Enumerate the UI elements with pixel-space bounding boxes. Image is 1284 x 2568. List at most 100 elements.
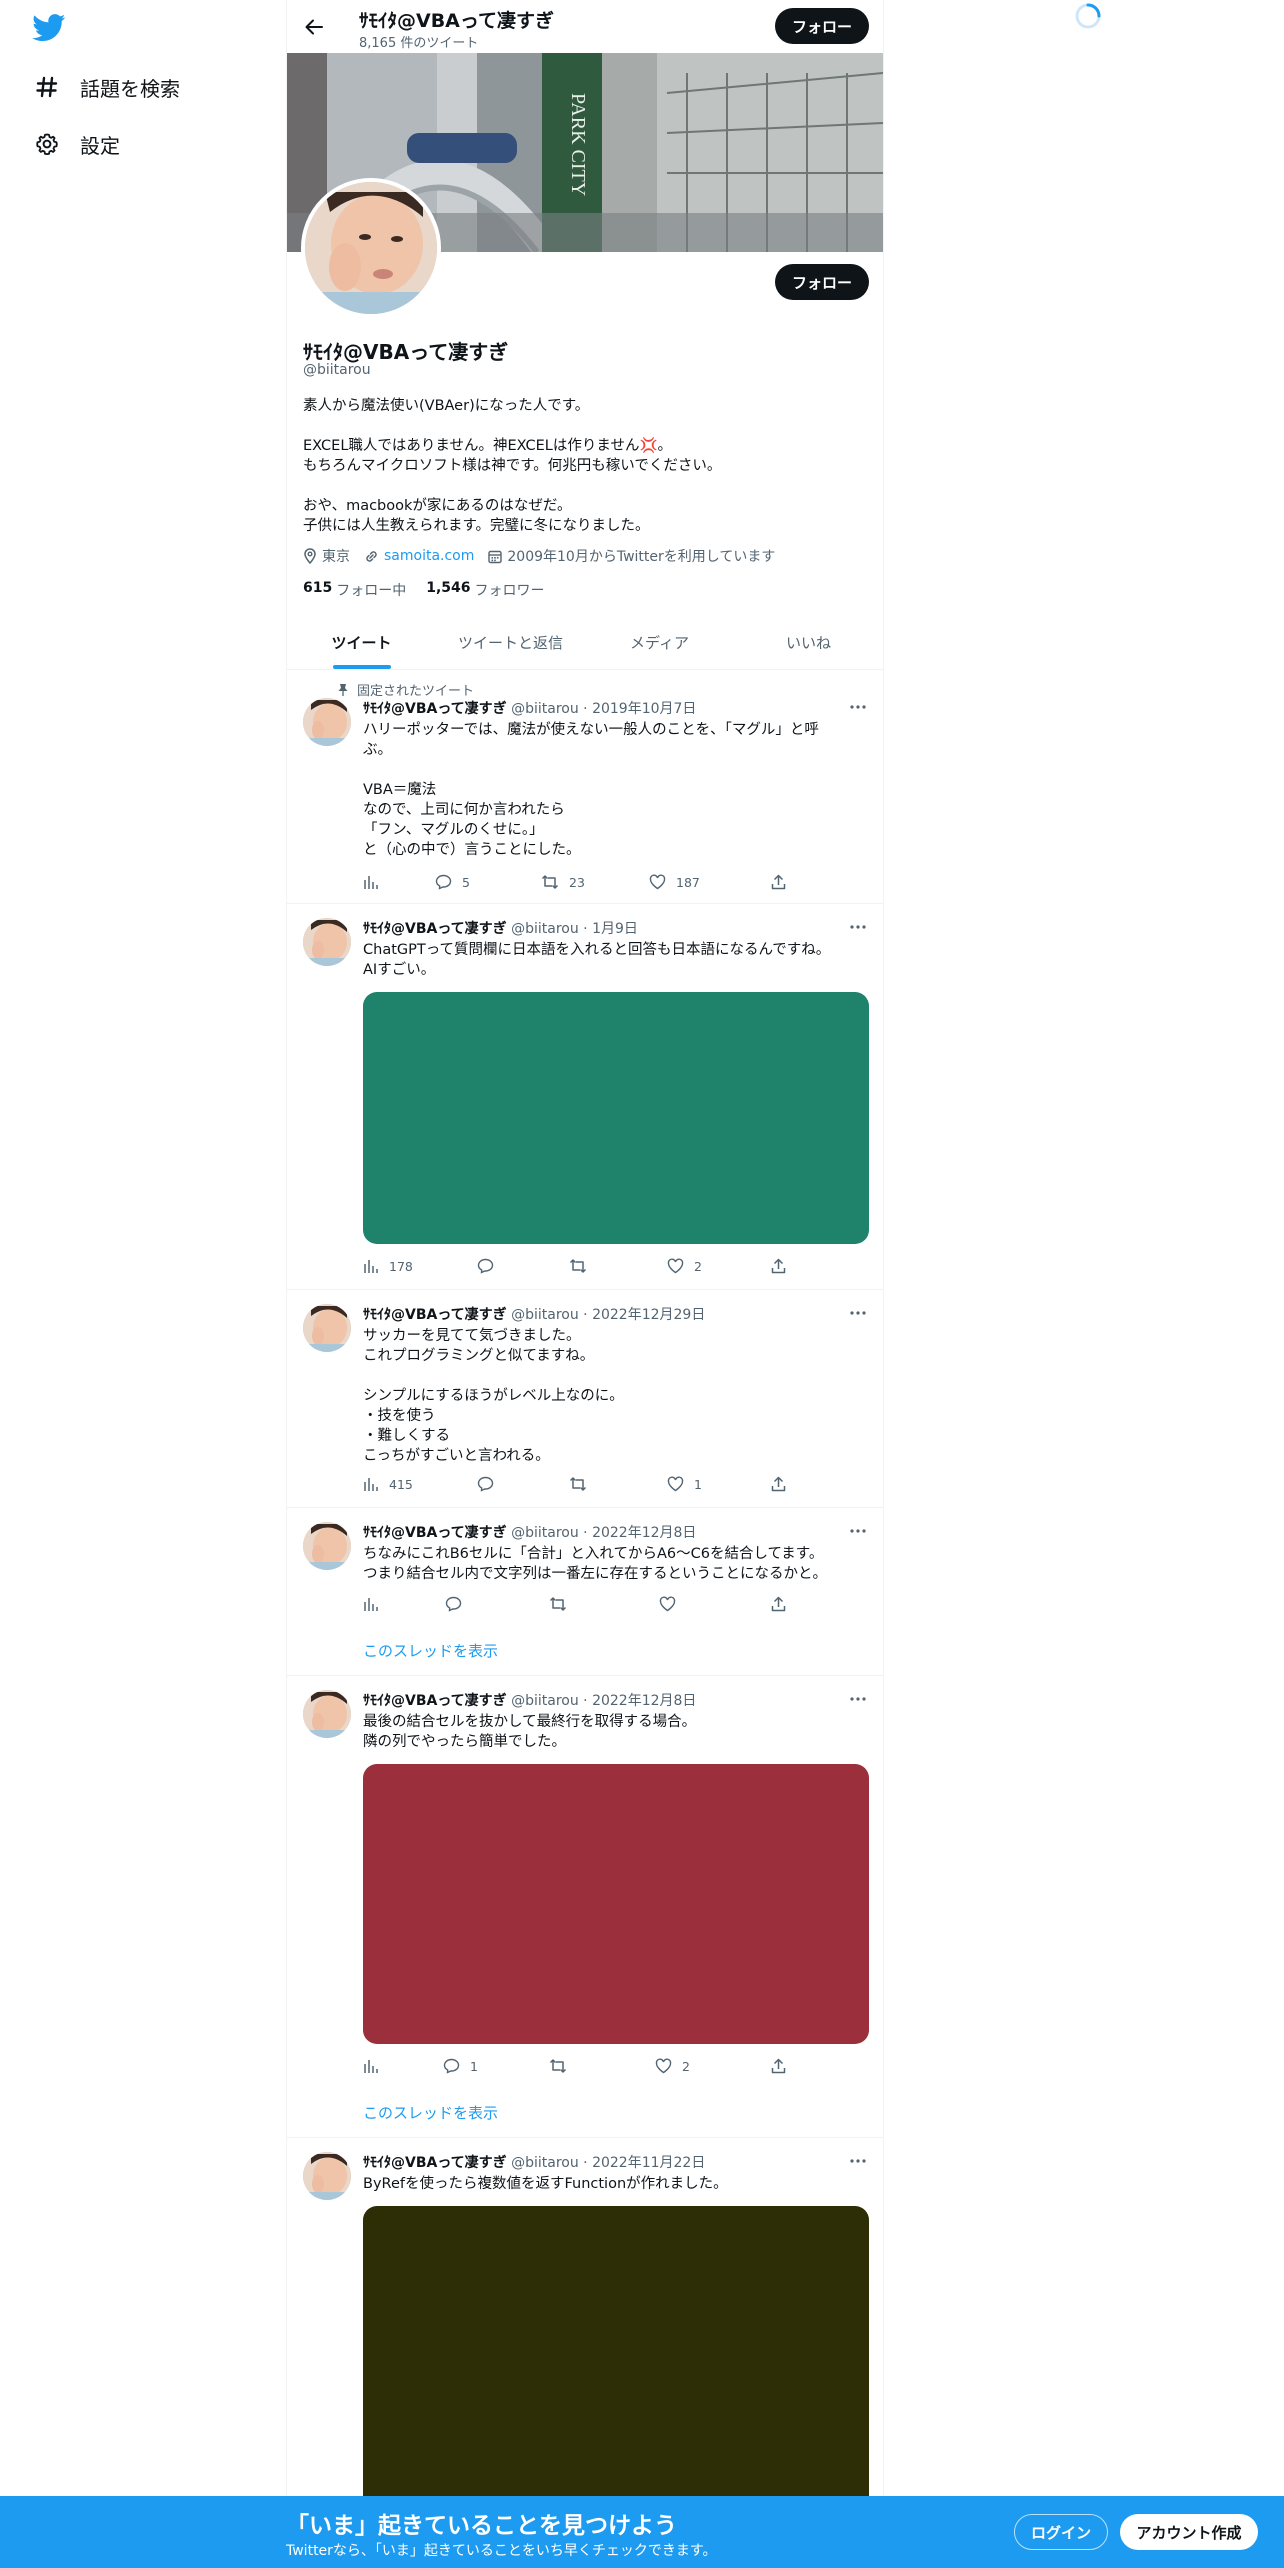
location: 東京 xyxy=(303,546,350,566)
retweet-icon xyxy=(569,1259,587,1273)
profile-avatar[interactable] xyxy=(301,178,441,318)
header-follow-button[interactable]: フォロー xyxy=(775,8,869,44)
share-icon xyxy=(771,874,786,890)
nav-item-settings[interactable]: 設定 xyxy=(34,124,120,164)
tab-tweets-and-replies[interactable]: ツイートと返信 xyxy=(436,616,585,669)
tab-likes[interactable]: いいね xyxy=(734,616,883,669)
nav-item-explore[interactable]: 話題を検索 xyxy=(34,67,180,107)
reply-button[interactable]: 5 xyxy=(435,874,470,890)
follow-button[interactable]: フォロー xyxy=(775,264,869,300)
retweet-button[interactable] xyxy=(569,1258,597,1274)
nav-item-label: 設定 xyxy=(80,133,120,158)
tweet-header: ｻﾓｲﾀ@VBAって凄すぎ @biitarou · 2022年12月8日 xyxy=(363,1525,697,1541)
analytics-icon xyxy=(364,2060,378,2073)
tab-media[interactable]: メディア xyxy=(585,616,734,669)
reply-button[interactable] xyxy=(445,1596,462,1612)
following-link[interactable]: 615 フォロー中 xyxy=(303,580,406,600)
share-icon xyxy=(771,1476,786,1492)
login-button[interactable]: ログイン xyxy=(1014,2514,1108,2550)
views-button[interactable]: 415 xyxy=(363,1476,413,1492)
views-button[interactable] xyxy=(363,2058,389,2074)
retweet-button[interactable]: 23 xyxy=(541,874,585,890)
more-options-icon[interactable] xyxy=(847,1692,869,1706)
twitter-bird-icon[interactable] xyxy=(32,14,66,42)
tweet-text: 最後の結合セルを抜かして最終行を取得する場合。 隣の列でやったら簡単でした。 xyxy=(363,1714,697,1750)
views-button[interactable] xyxy=(363,874,389,890)
signup-button[interactable]: アカウント作成 xyxy=(1120,2514,1258,2550)
show-thread-link[interactable]: このスレッドを表示 xyxy=(363,1640,498,1661)
retweet-button[interactable] xyxy=(549,2058,577,2074)
tweet-text: ちなみにこれB6セルに「合計」と入れてからA6～C6を結合してます。 つまり結合セ… xyxy=(363,1546,827,1582)
reply-icon xyxy=(477,1476,494,1492)
tweet-media-image[interactable] xyxy=(363,1764,869,2044)
retweet-icon xyxy=(549,2059,567,2073)
avatar[interactable] xyxy=(303,1690,351,1738)
like-button[interactable]: 187 xyxy=(649,874,700,890)
followers-link[interactable]: 1,546 フォロワー xyxy=(426,580,544,600)
bio-line: もちろんマイクロソフト様は神です。何兆円も稼いでください。 xyxy=(303,458,722,474)
share-button[interactable] xyxy=(771,2058,786,2074)
share-icon xyxy=(771,1258,786,1274)
retweet-button[interactable] xyxy=(549,1596,567,1612)
header-name: ｻﾓｲﾀ@VBAって凄すぎ xyxy=(359,10,554,32)
retweet-button[interactable] xyxy=(569,1476,597,1492)
reply-icon xyxy=(443,2058,460,2074)
tweet[interactable]: 固定されたツイート ｻﾓｲﾀ@VBAって凄すぎ @biitarou · 2019… xyxy=(287,670,883,904)
more-options-icon[interactable] xyxy=(847,2154,869,2168)
heart-icon xyxy=(655,2058,672,2074)
nav-item-label: 話題を検索 xyxy=(80,76,180,101)
avatar[interactable] xyxy=(303,698,351,746)
tweet-actions: 5 23 187 xyxy=(363,874,786,894)
views-button[interactable] xyxy=(363,1596,379,1612)
analytics-icon xyxy=(364,876,378,889)
tweet-header: ｻﾓｲﾀ@VBAって凄すぎ @biitarou · 1月9日 xyxy=(363,921,638,937)
analytics-icon xyxy=(364,1598,378,1611)
tweet-header: ｻﾓｲﾀ@VBAって凄すぎ @biitarou · 2019年10月7日 xyxy=(363,701,697,717)
more-options-icon[interactable] xyxy=(847,920,869,934)
like-button[interactable] xyxy=(659,1596,676,1612)
retweet-icon xyxy=(549,1597,567,1611)
share-button[interactable] xyxy=(771,874,786,890)
hashtag-icon xyxy=(34,74,60,100)
website[interactable]: samoita.com xyxy=(364,548,474,564)
website-link[interactable]: samoita.com xyxy=(384,548,474,564)
join-date: 2009年10月からTwitterを利用しています xyxy=(488,546,775,566)
avatar[interactable] xyxy=(303,918,351,966)
profile-meta: 東京 samoita.com 2009年10月からTwitterを利用しています xyxy=(303,546,789,566)
more-options-icon[interactable] xyxy=(847,1306,869,1320)
more-options-icon[interactable] xyxy=(847,700,869,714)
reply-button[interactable] xyxy=(477,1258,504,1274)
show-thread-link[interactable]: このスレッドを表示 xyxy=(363,2102,498,2123)
back-arrow-icon[interactable] xyxy=(299,12,329,42)
tweet-media-image[interactable] xyxy=(363,2206,869,2546)
tab-tweets[interactable]: ツイート xyxy=(287,616,436,669)
tweet-header: ｻﾓｲﾀ@VBAって凄すぎ @biitarou · 2022年12月29日 xyxy=(363,1307,706,1323)
tweet[interactable]: ｻﾓｲﾀ@VBAって凄すぎ @biitarou · 2022年12月8日 最後の… xyxy=(287,1676,883,2138)
calendar-icon xyxy=(488,550,503,563)
avatar[interactable] xyxy=(303,1304,351,1352)
heart-icon xyxy=(659,1596,676,1612)
avatar[interactable] xyxy=(303,2152,351,2200)
share-icon xyxy=(771,2058,786,2074)
share-button[interactable] xyxy=(771,1476,786,1492)
reply-button[interactable]: 1 xyxy=(443,2058,478,2074)
tweet-media-image[interactable] xyxy=(363,992,869,1244)
reply-icon xyxy=(477,1258,494,1274)
prompt-subtitle: Twitterなら、「いま」起きていることをいち早くチェックできます。 xyxy=(286,2543,717,2559)
prompt-title: 「いま」起きていることを見つけよう xyxy=(286,2513,677,2539)
tweet[interactable]: ｻﾓｲﾀ@VBAって凄すぎ @biitarou · 2022年12月29日 サッ… xyxy=(287,1290,883,1508)
bio-line: 子供には人生教えられます。完璧に冬になりました。 xyxy=(303,518,650,534)
reply-button[interactable] xyxy=(477,1476,504,1492)
tweet[interactable]: ｻﾓｲﾀ@VBAって凄すぎ @biitarou · 1月9日 ChatGPTって… xyxy=(287,904,883,1290)
more-options-icon[interactable] xyxy=(847,1524,869,1538)
profile-header-bar: ｻﾓｲﾀ@VBAって凄すぎ 8,165 件のツイート フォロー xyxy=(287,0,883,53)
like-button[interactable]: 2 xyxy=(655,2058,690,2074)
like-button[interactable]: 2 xyxy=(667,1258,702,1274)
tweet[interactable]: ｻﾓｲﾀ@VBAって凄すぎ @biitarou · 2022年12月8日 ちなみ… xyxy=(287,1508,883,1676)
loading-spinner-icon xyxy=(1074,2,1102,30)
views-button[interactable]: 178 xyxy=(363,1258,413,1274)
avatar[interactable] xyxy=(303,1522,351,1570)
share-button[interactable] xyxy=(771,1258,786,1274)
like-button[interactable]: 1 xyxy=(667,1476,702,1492)
share-button[interactable] xyxy=(771,1596,786,1612)
